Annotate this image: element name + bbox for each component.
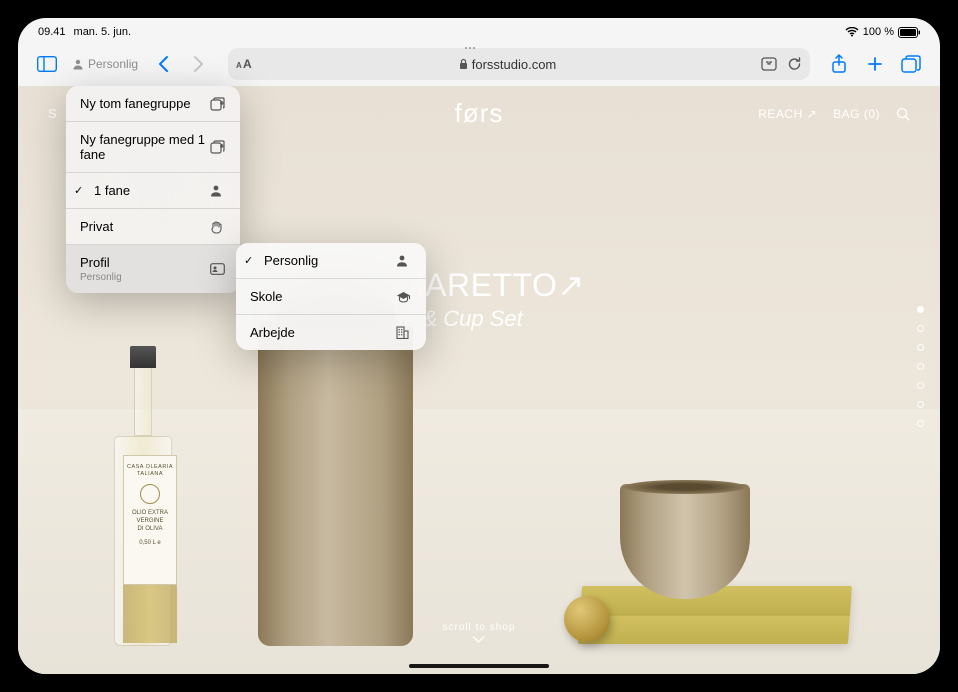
hero-text: MARETTO↗ fe & Cup Set [398,266,585,332]
tabgroup-add-icon [210,97,226,111]
battery-label: 100 % [863,26,894,38]
building-icon [396,326,412,339]
scroll-hint: scroll to shop [443,622,516,644]
shop-link[interactable]: S [48,106,58,121]
page-dot[interactable] [917,363,924,370]
sidebar-button[interactable] [32,49,62,79]
browser-toolbar: Personlig AA forsstudio.com [18,42,940,86]
reload-button[interactable] [787,56,802,72]
page-dot[interactable] [917,420,924,427]
profile-submenu: Personlig Skole Arbejde [236,243,426,350]
page-dot[interactable] [917,344,924,351]
oil-bottle-decorative: CASA OLEARIA TALIANA OLIO EXTRA VERGINE … [108,336,178,646]
status-date: man. 5. jun. [74,26,131,38]
person-icon [396,254,412,267]
screen: 09.41 man. 5. jun. 100 % Personlig [18,18,940,674]
battery-icon [898,27,920,38]
profile-personal[interactable]: Personlig [236,243,426,279]
tabgroup-menu: Ny tom fanegruppe Ny fanegruppe med 1 fa… [66,86,240,293]
menu-profile[interactable]: Profil Personlig [66,245,240,293]
extensions-icon[interactable] [761,57,777,71]
menu-new-tabgroup-with-tab[interactable]: Ny fanegruppe med 1 fane [66,122,240,173]
menu-private[interactable]: Privat [66,209,240,245]
cup-decorative [620,484,750,599]
graduation-icon [396,291,412,303]
profile-school[interactable]: Skole [236,279,426,315]
page-dot[interactable] [917,401,924,408]
ipad-frame: 09.41 man. 5. jun. 100 % Personlig [0,0,958,692]
profile-card-icon [210,263,226,275]
site-logo[interactable]: førs [455,98,504,129]
address-bar[interactable]: AA forsstudio.com [228,48,810,80]
wifi-icon [845,27,859,37]
tabs-button[interactable] [896,49,926,79]
profile-work[interactable]: Arbejde [236,315,426,350]
multitask-handle[interactable] [464,36,494,40]
new-tab-button[interactable] [860,49,890,79]
text-size-button[interactable]: AA [236,57,254,71]
reach-link[interactable]: REACH ↗ [758,107,817,121]
tabgroup-add-icon [210,140,226,154]
person-icon [210,184,226,197]
svg-text:A: A [236,61,242,70]
profile-indicator[interactable]: Personlig [68,57,142,71]
bag-link[interactable]: BAG (0) [833,107,880,121]
svg-text:A: A [243,57,252,71]
profile-label: Personlig [88,57,138,71]
share-button[interactable] [824,49,854,79]
status-time: 09.41 [38,26,66,38]
fruit-decorative [564,596,610,642]
home-indicator[interactable] [409,664,549,668]
back-button[interactable] [148,49,178,79]
forward-button[interactable] [184,49,214,79]
lock-icon [459,58,468,70]
menu-one-tab[interactable]: 1 fane [66,173,240,209]
menu-new-empty-tabgroup[interactable]: Ny tom fanegruppe [66,86,240,122]
search-icon[interactable] [896,107,910,121]
page-dot[interactable] [917,306,924,313]
pagination-dots[interactable] [917,306,924,427]
hand-icon [210,220,226,234]
page-dot[interactable] [917,382,924,389]
page-dot[interactable] [917,325,924,332]
url-text: forsstudio.com [254,57,761,72]
